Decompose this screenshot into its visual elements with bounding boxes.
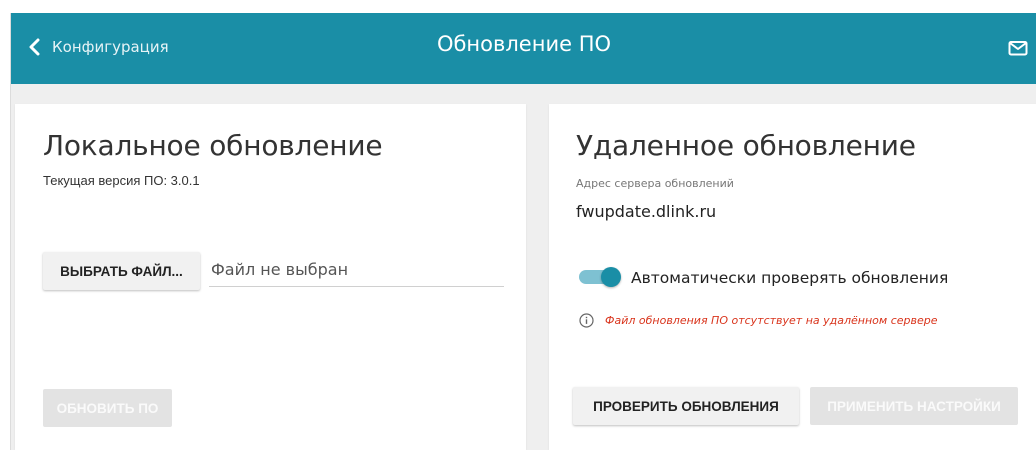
file-status-field[interactable]: Файл не выбран bbox=[209, 257, 504, 287]
app-frame: Конфигурация Обновление ПО Локальное обн… bbox=[10, 13, 1036, 450]
server-address-input[interactable]: fwupdate.dlink.ru bbox=[576, 202, 716, 221]
remote-update-card: Удаленное обновление Адрес сервера обнов… bbox=[549, 104, 1036, 450]
mail-icon[interactable] bbox=[1008, 38, 1028, 58]
server-address-label: Адрес сервера обновлений bbox=[576, 177, 734, 190]
update-firmware-button[interactable]: ОБНОВИТЬ ПО bbox=[43, 389, 172, 427]
local-update-title: Локальное обновление bbox=[43, 129, 383, 162]
remote-update-title: Удаленное обновление bbox=[576, 129, 916, 162]
apply-settings-button[interactable]: ПРИМЕНИТЬ НАСТРОЙКИ bbox=[810, 387, 1018, 425]
info-icon bbox=[579, 313, 594, 328]
back-link-label: Конфигурация bbox=[52, 38, 169, 56]
auto-check-label: Автоматически проверять обновления bbox=[631, 269, 949, 287]
choose-file-button[interactable]: ВЫБРАТЬ ФАЙЛ... bbox=[43, 252, 200, 290]
info-message: Файл обновления ПО отсутствует на удалён… bbox=[605, 314, 938, 327]
back-link[interactable]: Конфигурация bbox=[28, 35, 169, 59]
top-bar: Конфигурация Обновление ПО bbox=[11, 13, 1036, 84]
local-update-card: Локальное обновление Текущая версия ПО: … bbox=[15, 104, 526, 450]
check-updates-button[interactable]: ПРОВЕРИТЬ ОБНОВЛЕНИЯ bbox=[573, 387, 799, 425]
chevron-left-icon bbox=[29, 38, 40, 56]
toggle-thumb bbox=[601, 267, 621, 287]
current-version-text: Текущая версия ПО: 3.0.1 bbox=[43, 173, 200, 188]
auto-check-toggle[interactable] bbox=[579, 267, 621, 287]
